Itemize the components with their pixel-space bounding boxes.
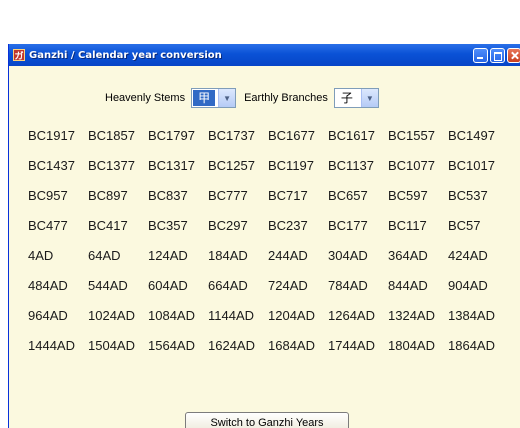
title-bar[interactable]: ガ Ganzhi / Calendar year conversion <box>9 44 520 66</box>
year-cell: BC1917 <box>28 128 75 143</box>
year-cell: BC1797 <box>148 128 195 143</box>
conversion-window: ガ Ganzhi / Calendar year conversion Heav… <box>8 44 520 428</box>
year-cell: BC477 <box>28 218 68 233</box>
year-grid: BC1917 BC1857 BC1797 BC1737 BC1677 BC1617 BC15… <box>28 128 508 368</box>
year-cell: BC1617 <box>328 128 375 143</box>
year-cell: 484AD <box>28 278 68 293</box>
chevron-down-icon[interactable]: ▼ <box>218 89 236 107</box>
year-cell: 904AD <box>448 278 488 293</box>
year-cell: 184AD <box>208 248 248 263</box>
chevron-down-icon[interactable]: ▼ <box>360 89 378 107</box>
year-cell: 1744AD <box>328 338 375 353</box>
year-cell: BC1737 <box>208 128 255 143</box>
ganzhi-selectors: Heavenly Stems 甲 ▼ Earthly Branches 子 ▼ <box>105 88 379 108</box>
year-cell: 1084AD <box>148 308 195 323</box>
year-cell: BC1857 <box>88 128 135 143</box>
window-title: Ganzhi / Calendar year conversion <box>29 49 222 61</box>
year-cell: 1564AD <box>148 338 195 353</box>
minimize-icon[interactable] <box>473 47 488 63</box>
year-cell: 1024AD <box>88 308 135 323</box>
year-cell: 724AD <box>268 278 308 293</box>
year-cell: 544AD <box>88 278 128 293</box>
year-cell: BC237 <box>268 218 308 233</box>
year-cell: 1864AD <box>448 338 495 353</box>
earthly-branches-value: 子 <box>340 91 353 105</box>
year-cell: BC717 <box>268 188 308 203</box>
year-cell: 1504AD <box>88 338 135 353</box>
year-cell: BC1317 <box>148 158 195 173</box>
year-cell: BC117 <box>388 218 427 233</box>
year-cell: BC1497 <box>448 128 495 143</box>
year-cell: 1624AD <box>208 338 255 353</box>
close-icon[interactable] <box>507 47 520 63</box>
year-cell: 1804AD <box>388 338 435 353</box>
year-cell: BC597 <box>388 188 428 203</box>
year-cell: 1144AD <box>208 308 255 323</box>
year-cell: 4AD <box>28 248 54 263</box>
year-cell: BC1437 <box>28 158 75 173</box>
year-cell: BC57 <box>448 218 481 233</box>
heavenly-stems-select[interactable]: 甲 ▼ <box>191 88 237 108</box>
year-cell: BC1137 <box>328 158 375 173</box>
year-cell: 64AD <box>88 248 121 263</box>
year-cell: 1324AD <box>388 308 435 323</box>
year-cell: 124AD <box>148 248 188 263</box>
year-cell: BC1017 <box>448 158 495 173</box>
year-cell: BC1197 <box>268 158 315 173</box>
switch-to-ganzhi-button[interactable]: Switch to Ganzhi Years <box>185 412 349 428</box>
year-cell: 1684AD <box>268 338 315 353</box>
year-cell: BC297 <box>208 218 248 233</box>
year-cell: 964AD <box>28 308 68 323</box>
year-cell: 1204AD <box>268 308 315 323</box>
year-cell: BC837 <box>148 188 188 203</box>
maximize-icon[interactable] <box>490 47 505 63</box>
earthly-branches-label: Earthly Branches <box>244 92 328 104</box>
year-cell: BC1077 <box>388 158 435 173</box>
year-cell: 424AD <box>448 248 488 263</box>
year-cell: BC357 <box>148 218 188 233</box>
year-cell: 1264AD <box>328 308 375 323</box>
year-cell: BC1257 <box>208 158 255 173</box>
app-icon: ガ <box>13 49 25 61</box>
year-cell: BC1677 <box>268 128 315 143</box>
year-cell: BC537 <box>448 188 488 203</box>
year-cell: 304AD <box>328 248 368 263</box>
year-cell: 364AD <box>388 248 428 263</box>
year-cell: BC657 <box>328 188 368 203</box>
window-content: Heavenly Stems 甲 ▼ Earthly Branches 子 ▼ … <box>9 66 520 428</box>
year-cell: 604AD <box>148 278 188 293</box>
year-cell: BC897 <box>88 188 128 203</box>
year-cell: 244AD <box>268 248 308 263</box>
year-cell: BC1557 <box>388 128 435 143</box>
year-cell: 1384AD <box>448 308 495 323</box>
year-cell: BC777 <box>208 188 248 203</box>
heavenly-stems-value: 甲 <box>193 90 216 106</box>
year-cell: BC1377 <box>88 158 135 173</box>
year-cell: 784AD <box>328 278 368 293</box>
year-cell: BC177 <box>328 218 368 233</box>
year-cell: 844AD <box>388 278 428 293</box>
year-cell: BC417 <box>88 218 128 233</box>
heavenly-stems-label: Heavenly Stems <box>105 92 186 104</box>
year-cell: 1444AD <box>28 338 75 353</box>
earthly-branches-select[interactable]: 子 ▼ <box>333 88 379 108</box>
year-cell: 664AD <box>208 278 248 293</box>
year-cell: BC957 <box>28 188 68 203</box>
